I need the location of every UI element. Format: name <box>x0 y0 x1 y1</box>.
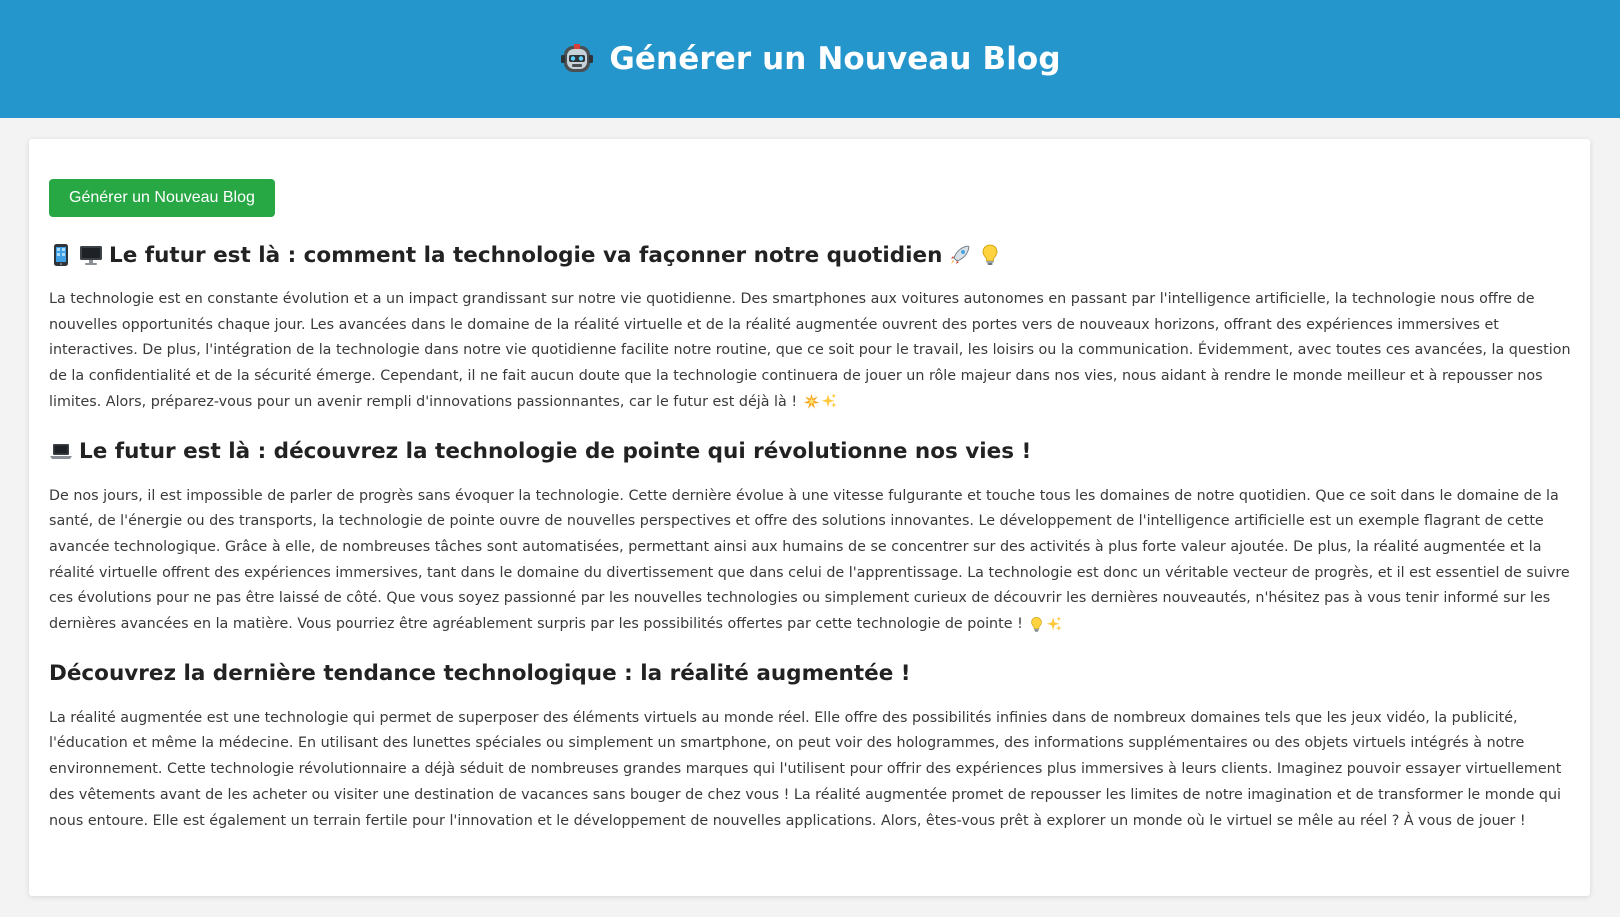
post-title-text: Le futur est là : comment la technologie… <box>109 242 943 268</box>
blog-card: Générer un Nouveau Blog Le futur est là … <box>29 139 1590 896</box>
sparkles-icon <box>821 394 837 409</box>
post-title-text: Découvrez la dernière tendance technolog… <box>49 661 911 687</box>
post-body-text: La technologie est en constante évolutio… <box>49 291 1571 410</box>
robot-icon <box>561 44 594 72</box>
post-title: Le futur est là : comment la technologie… <box>49 235 1571 275</box>
post-body: La réalité augmentée est une technologie… <box>49 706 1571 835</box>
post-title: Découvrez la dernière tendance technolog… <box>49 654 1571 694</box>
post-title: Le futur est là : découvrez la technolog… <box>49 432 1571 472</box>
light-bulb-icon <box>1031 616 1043 632</box>
blog-post: Le futur est là : découvrez la technolog… <box>49 432 1571 638</box>
rocket-icon <box>951 245 970 264</box>
post-body: De nos jours, il est impossible de parle… <box>49 484 1571 638</box>
header-title-group: Générer un Nouveau Blog <box>559 41 1061 77</box>
sparkles-icon <box>1047 616 1062 631</box>
blog-content: Le futur est là : comment la technologie… <box>49 235 1571 834</box>
page-title: Générer un Nouveau Blog <box>609 41 1061 77</box>
post-body-text: La réalité augmentée est une technologie… <box>49 709 1562 829</box>
page-header: Générer un Nouveau Blog <box>0 0 1620 118</box>
mobile-phone-icon <box>54 244 68 266</box>
generate-blog-button[interactable]: Générer un Nouveau Blog <box>49 179 275 217</box>
laptop-icon <box>50 443 72 459</box>
post-body-text: De nos jours, il est impossible de parle… <box>49 487 1570 633</box>
collision-icon <box>803 394 819 409</box>
blog-post: Le futur est là : comment la technologie… <box>49 235 1571 416</box>
light-bulb-icon <box>983 244 998 265</box>
post-body: La technologie est en constante évolutio… <box>49 287 1571 416</box>
desktop-computer-icon <box>80 246 102 265</box>
post-title-text: Le futur est là : découvrez la technolog… <box>79 439 1032 465</box>
blog-post: Découvrez la dernière tendance technolog… <box>49 654 1571 835</box>
